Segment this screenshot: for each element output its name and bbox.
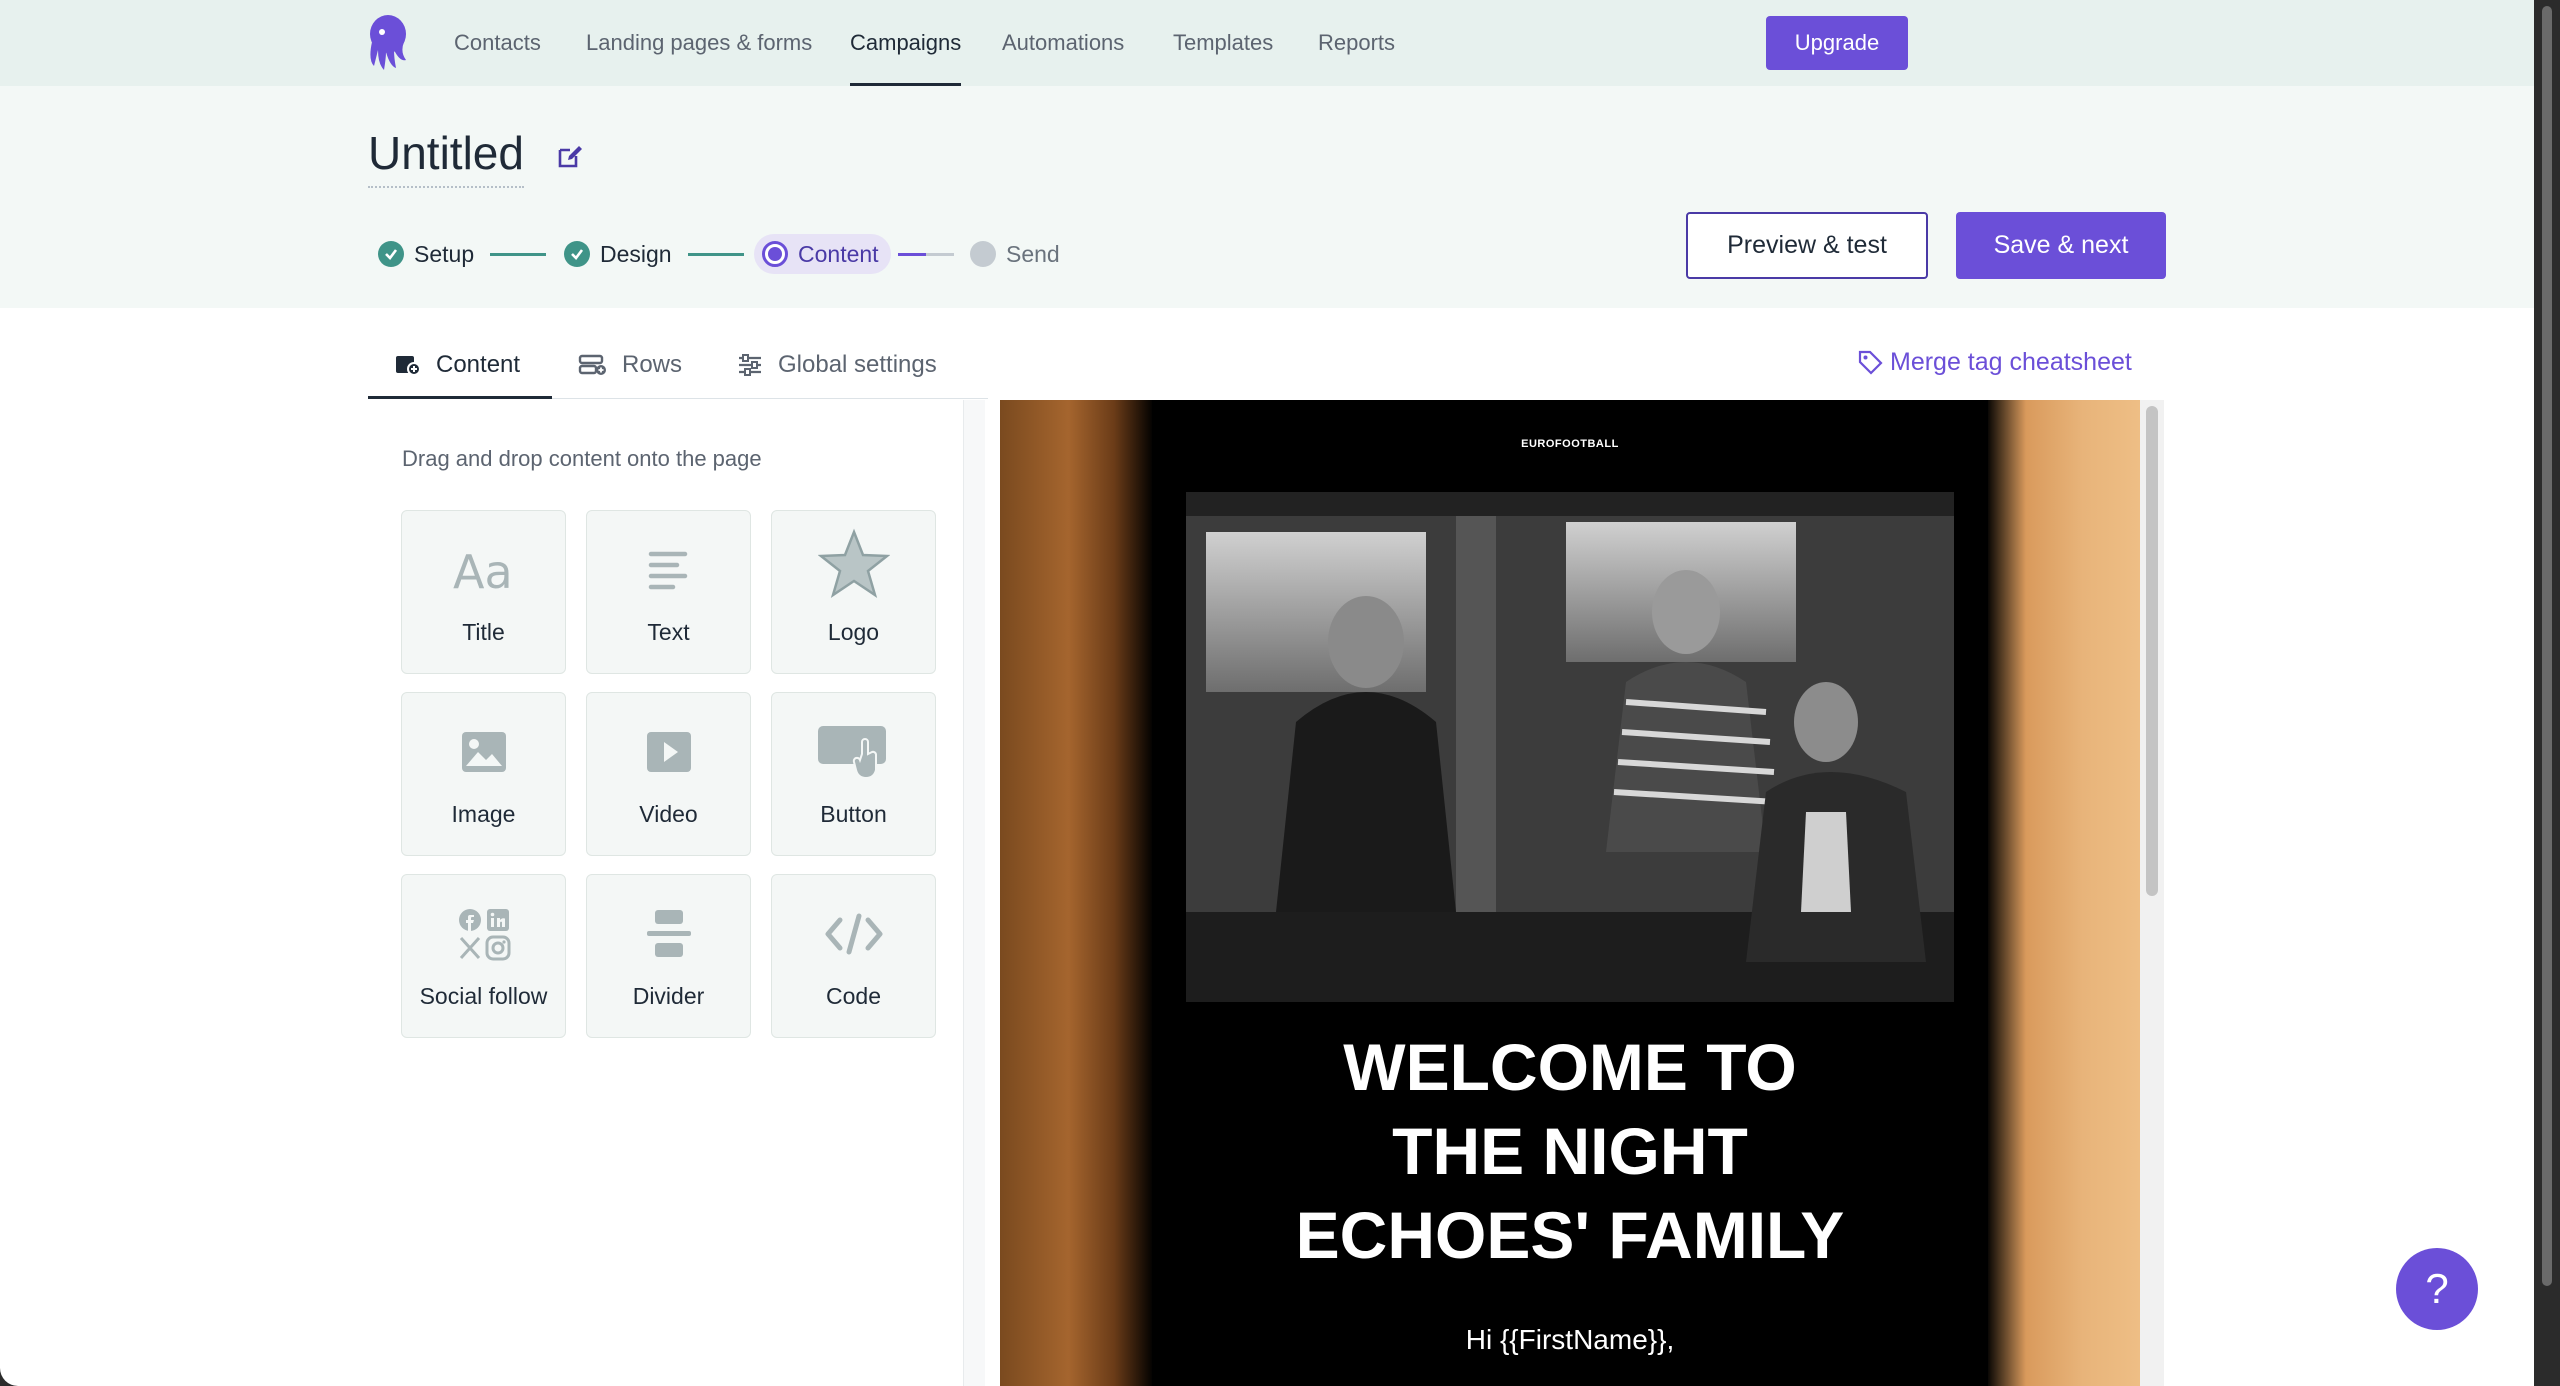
svg-text:Aa: Aa (453, 546, 513, 594)
social-icon (402, 903, 565, 965)
save-next-button[interactable]: Save & next (1956, 212, 2166, 279)
block-label: Code (826, 983, 881, 1009)
step-connector (898, 253, 926, 256)
divider-icon (587, 903, 750, 965)
app-window: Contacts Landing pages & forms Campaigns… (0, 0, 2534, 1386)
block-label: Image (451, 801, 516, 827)
block-label: Logo (827, 619, 880, 645)
video-icon (587, 721, 750, 783)
image-icon (402, 721, 565, 783)
check-icon (564, 241, 590, 267)
panel-scrollbar[interactable] (963, 400, 985, 1386)
nav-campaigns[interactable]: Campaigns (850, 0, 962, 86)
octopus-logo-icon[interactable] (364, 14, 412, 72)
step-label: Send (1006, 240, 1060, 267)
edit-title-icon[interactable] (556, 142, 584, 170)
pending-step-icon (970, 241, 996, 267)
block-title[interactable]: Aa Title (401, 510, 566, 674)
step-label: Setup (414, 240, 475, 267)
block-label: Video (639, 801, 698, 827)
step-connector (926, 253, 954, 256)
button-icon (772, 721, 935, 783)
block-logo[interactable]: Logo (771, 510, 936, 674)
step-send[interactable]: Send (970, 234, 1060, 274)
tab-global-settings[interactable]: Global settings (736, 330, 937, 400)
nav-templates[interactable]: Templates (1173, 0, 1273, 86)
step-label: Design (600, 240, 672, 267)
step-label: Content (798, 240, 879, 267)
nav-contacts[interactable]: Contacts (454, 0, 541, 86)
block-label: Divider (632, 983, 705, 1009)
block-label: Text (647, 619, 690, 645)
text-icon (587, 539, 750, 601)
campaign-header: Untitled Setup Design Content Send Previ… (0, 86, 2534, 308)
email-hero-image[interactable] (1186, 492, 1954, 1002)
email-body[interactable]: EUROFOOTBALL WELCOME TO THE NIGHT ECHOES… (1152, 400, 1988, 1386)
email-greeting[interactable]: Hi {{FirstName}}, (1152, 1324, 1988, 1356)
help-button[interactable]: ? (2396, 1248, 2478, 1330)
nav-reports[interactable]: Reports (1318, 0, 1395, 86)
headline-line: ECHOES' FAMILY (1295, 1198, 1845, 1272)
email-headline[interactable]: WELCOME TO THE NIGHT ECHOES' FAMILY (1152, 1025, 1988, 1277)
email-preview-canvas[interactable]: EUROFOOTBALL WELCOME TO THE NIGHT ECHOES… (1000, 400, 2140, 1386)
headline-line: THE NIGHT (1392, 1114, 1748, 1188)
step-connector (688, 253, 744, 256)
email-brand-logo[interactable]: EUROFOOTBALL (1152, 438, 1988, 450)
sliders-icon (739, 354, 761, 376)
block-label: Title (462, 619, 505, 645)
step-setup[interactable]: Setup (378, 234, 474, 274)
tab-content[interactable]: Content (394, 330, 520, 400)
block-button[interactable]: Button (771, 692, 936, 856)
panel-hint: Drag and drop content onto the page (402, 446, 762, 471)
campaign-title[interactable]: Untitled (368, 126, 524, 188)
block-image[interactable]: Image (401, 692, 566, 856)
current-step-icon (762, 241, 788, 267)
preview-scrollbar-thumb[interactable] (2146, 406, 2158, 896)
tag-icon (1858, 350, 1883, 375)
block-label: Button (820, 801, 887, 827)
merge-tag-cheatsheet-link[interactable]: Merge tag cheatsheet (1856, 344, 2132, 380)
block-code[interactable]: Code (771, 874, 936, 1038)
step-connector (490, 253, 546, 256)
content-block-icon (396, 356, 421, 376)
block-video[interactable]: Video (586, 692, 751, 856)
tab-rows[interactable]: Rows (578, 330, 682, 400)
block-text[interactable]: Text (586, 510, 751, 674)
upgrade-button[interactable]: Upgrade (1766, 16, 1908, 70)
title-icon: Aa (402, 539, 565, 601)
headline-line: WELCOME TO (1343, 1030, 1797, 1104)
window-scrollbar-thumb[interactable] (2542, 6, 2552, 1286)
top-navigation: Contacts Landing pages & forms Campaigns… (0, 0, 2534, 86)
code-icon (772, 903, 935, 965)
merge-tag-label: Merge tag cheatsheet (1890, 347, 2132, 376)
active-tab-indicator (368, 396, 552, 399)
star-icon (772, 528, 935, 598)
rows-icon (578, 354, 606, 375)
tab-label: Rows (622, 351, 683, 378)
block-divider[interactable]: Divider (586, 874, 751, 1038)
check-icon (378, 241, 404, 267)
block-label: Social follow (419, 983, 548, 1009)
step-content[interactable]: Content (754, 234, 891, 274)
tab-label: Content (436, 351, 521, 378)
block-social-follow[interactable]: Social follow (401, 874, 566, 1038)
preview-test-button[interactable]: Preview & test (1686, 212, 1928, 279)
step-design[interactable]: Design (564, 234, 672, 274)
nav-landing-pages-forms[interactable]: Landing pages & forms (586, 0, 812, 86)
tab-label: Global settings (778, 351, 937, 378)
nav-automations[interactable]: Automations (1002, 0, 1124, 86)
